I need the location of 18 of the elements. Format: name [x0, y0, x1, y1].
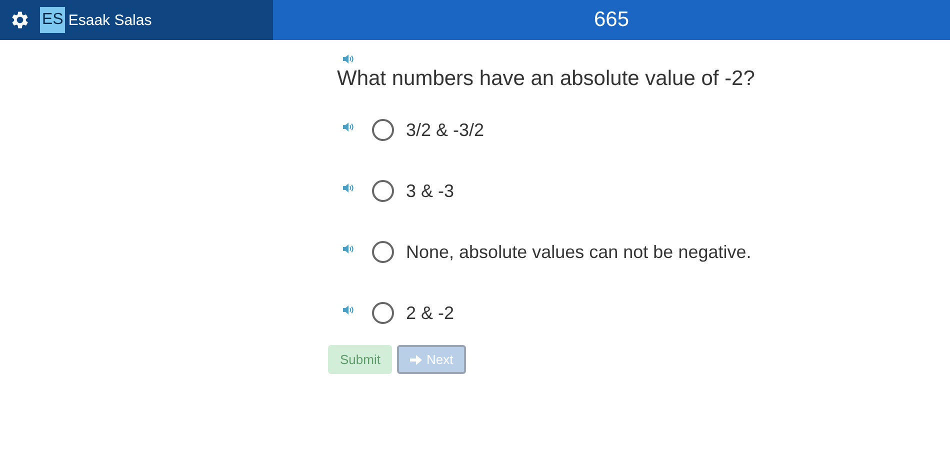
- radio-button[interactable]: [372, 118, 394, 140]
- radio-button[interactable]: [372, 302, 394, 324]
- speaker-icon[interactable]: [343, 54, 355, 64]
- radio-button[interactable]: [372, 180, 394, 202]
- speaker-icon[interactable]: [343, 304, 355, 314]
- speaker-icon[interactable]: [343, 244, 355, 254]
- user-avatar: ES: [40, 7, 66, 33]
- speaker-icon[interactable]: [343, 182, 355, 192]
- option-label[interactable]: 3 & -3: [406, 181, 454, 202]
- arrow-icon: [410, 354, 422, 364]
- option-label[interactable]: 2 & -2: [406, 303, 454, 324]
- question-text: What numbers have an absolute value of -2?: [337, 67, 756, 91]
- user-name: Esaak Salas: [68, 12, 152, 28]
- option-label[interactable]: None, absolute values can not be negative.: [406, 242, 752, 263]
- option-label[interactable]: 3/2 & -3/2: [406, 120, 484, 141]
- speaker-icon[interactable]: [343, 122, 355, 132]
- score: 665: [594, 8, 630, 32]
- radio-button[interactable]: [372, 240, 394, 262]
